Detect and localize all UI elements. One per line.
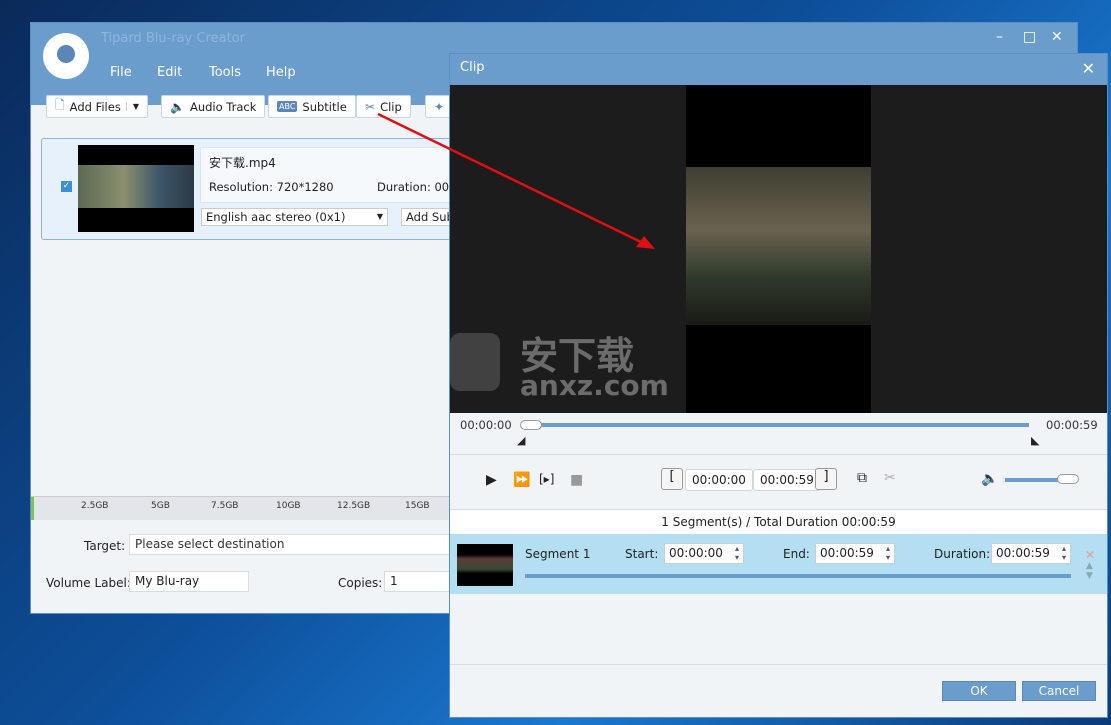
play-icon[interactable]: ▶	[486, 472, 497, 488]
scissors-icon: ✂	[365, 99, 376, 114]
resolution-value: 720*1280	[276, 180, 334, 194]
maximize-button[interactable]: □	[1023, 29, 1036, 45]
copies-input[interactable]: 1	[384, 571, 454, 592]
file-info: 安下载.mp4 Resolution: 720*1280 Duration: 0…	[200, 147, 462, 203]
end-marker[interactable]: ◣	[1031, 434, 1039, 447]
video-image	[686, 167, 871, 325]
add-file-icon: 🗋	[55, 98, 65, 112]
volume-label-input[interactable]: My Blu-ray	[129, 571, 249, 592]
video-frame	[686, 85, 871, 413]
abc-icon: ABC	[277, 101, 298, 112]
menu-tools[interactable]: Tools	[209, 65, 241, 80]
clip-button[interactable]: ✂ Clip	[356, 95, 411, 118]
clip-title-bar: Clip	[450, 54, 1107, 85]
clip-dialog: Clip ✕ 安下载 anxz.com 00:00:00 00:00:59 ◢ …	[449, 53, 1108, 718]
timeline-track[interactable]	[522, 423, 1029, 427]
file-name: 安下载.mp4	[209, 156, 276, 170]
volume-icon[interactable]: 🔈	[981, 471, 998, 487]
subtitle-button[interactable]: ABC Subtitle	[268, 95, 356, 118]
timeline-playhead[interactable]	[520, 420, 542, 430]
add-files-button[interactable]: 🗋 Add Files ▼	[46, 95, 148, 118]
start-marker[interactable]: ◢	[517, 434, 525, 447]
watermark-en: anxz.com	[520, 369, 669, 402]
minimize-button[interactable]: –	[996, 29, 1003, 45]
duration-label: Duration:	[934, 547, 991, 561]
close-icon[interactable]: ✕	[1082, 59, 1095, 78]
speaker-icon: 🔈	[170, 99, 185, 114]
add-segment-icon[interactable]: ⧉	[857, 470, 867, 486]
start-spinner[interactable]: 00:00:00	[664, 543, 744, 564]
segment-row[interactable]: Segment 1 Start: 00:00:00 End: 00:00:59 …	[450, 534, 1107, 594]
cancel-button[interactable]: Cancel	[1022, 681, 1096, 701]
segment-bar	[525, 574, 1071, 578]
timeline-start: 00:00:00	[460, 418, 512, 432]
target-label: Target:	[84, 539, 126, 553]
ruler-tick: 7.5GB	[211, 501, 239, 511]
target-input[interactable]: Please select destination	[129, 534, 459, 555]
segment-thumbnail	[457, 544, 513, 586]
end-spinner[interactable]: 00:00:59	[815, 543, 895, 564]
volume-knob[interactable]	[1057, 474, 1079, 484]
volume-label: Volume Label:	[46, 576, 131, 590]
shield-icon	[450, 333, 500, 391]
audio-track-label: Audio Track	[189, 99, 257, 114]
audio-track-button[interactable]: 🔈 Audio Track	[161, 95, 266, 118]
end-label: End:	[783, 547, 810, 561]
stop-icon[interactable]: ■	[570, 472, 583, 488]
menu-help[interactable]: Help	[266, 65, 296, 80]
capacity-fill	[31, 497, 34, 520]
duration-label: Duration:	[377, 180, 431, 194]
window-title: Tipard Blu-ray Creator	[101, 31, 245, 46]
move-down-icon[interactable]: ▼	[1086, 571, 1093, 581]
file-checkbox[interactable]: ✓	[61, 181, 72, 192]
chevron-down-icon: ▼	[376, 212, 383, 221]
add-files-label: Add Files	[69, 99, 121, 114]
copies-label: Copies:	[338, 576, 383, 590]
close-button[interactable]: ✕	[1051, 29, 1063, 45]
set-end-button[interactable]: ]	[815, 468, 837, 490]
clip-label: Clip	[380, 99, 402, 114]
menu-edit[interactable]: Edit	[157, 65, 182, 80]
duration-spinner[interactable]: 00:00:59	[991, 543, 1071, 564]
ruler-tick: 10GB	[276, 501, 301, 511]
set-start-time[interactable]: 00:00:00	[685, 469, 753, 491]
segment-summary: 1 Segment(s) / Total Duration 00:00:59	[450, 509, 1107, 534]
resolution-label: Resolution:	[209, 180, 273, 194]
watermark: 安下载 anxz.com	[450, 325, 690, 405]
chevron-down-icon[interactable]: ▼	[125, 102, 139, 111]
clip-title: Clip	[460, 60, 485, 75]
move-up-icon[interactable]: ▲	[1086, 561, 1093, 571]
start-label: Start:	[625, 547, 659, 561]
next-frame-icon[interactable]: [▸]	[539, 472, 554, 486]
volume-slider[interactable]	[1005, 478, 1065, 482]
ok-button[interactable]: OK	[942, 681, 1016, 701]
ruler-tick: 15GB	[405, 501, 430, 511]
timeline-end: 00:00:59	[1046, 418, 1098, 432]
stars-icon: ✦	[434, 99, 445, 114]
set-end-time[interactable]: 00:00:59	[753, 469, 821, 491]
ruler-tick: 5GB	[151, 501, 170, 511]
split-icon[interactable]: ✂	[884, 470, 896, 486]
delete-icon[interactable]: ✕	[1085, 548, 1095, 562]
capacity-ruler: 2.5GB 5GB 7.5GB 10GB 12.5GB 15GB	[31, 496, 451, 520]
subtitle-label: Subtitle	[302, 99, 347, 114]
file-thumbnail	[78, 145, 194, 232]
set-start-button[interactable]: [	[661, 468, 683, 490]
ruler-tick: 2.5GB	[81, 501, 109, 511]
file-item[interactable]: ✓ 安下载.mp4 Resolution: 720*1280 Duration:…	[41, 138, 462, 240]
segment-name: Segment 1	[525, 547, 591, 561]
video-preview: 安下载 anxz.com	[450, 85, 1107, 413]
audio-track-select[interactable]: English aac stereo (0x1) ▼	[201, 208, 388, 226]
menu-file[interactable]: File	[110, 65, 132, 80]
app-logo	[43, 33, 89, 79]
audio-track-value: English aac stereo (0x1)	[206, 210, 346, 224]
fast-forward-icon[interactable]: ⏩	[513, 472, 530, 488]
ruler-tick: 12.5GB	[337, 501, 371, 511]
